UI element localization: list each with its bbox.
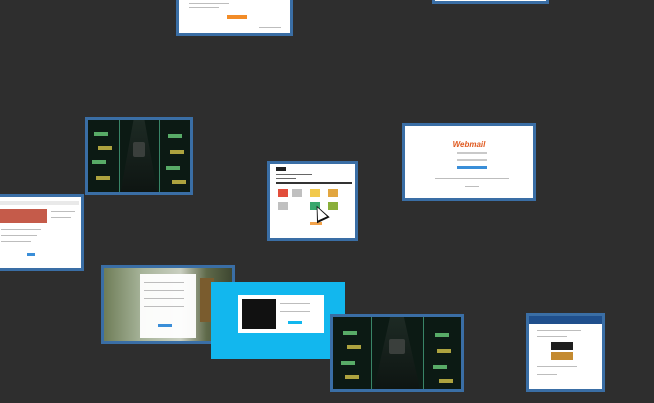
page-content — [0, 197, 81, 268]
window-thumbnail-game-1[interactable] — [85, 117, 193, 195]
window-thumbnail-product-grid[interactable] — [267, 161, 358, 241]
game-scene — [333, 317, 461, 389]
window-thumbnail-webmail[interactable]: Webmail — [402, 123, 536, 201]
product-grid-content — [270, 164, 355, 238]
window-thumbnail-game-2[interactable] — [330, 314, 464, 392]
window-thumbnail-right-page[interactable] — [526, 313, 605, 392]
thumbnail-content — [179, 0, 290, 33]
right-page-content — [529, 316, 602, 389]
game-scene — [88, 120, 190, 192]
window-thumbnail-top-form[interactable] — [176, 0, 293, 36]
webmail-content: Webmail — [405, 126, 533, 198]
window-thumbnail-cyan-page[interactable] — [211, 282, 345, 359]
window-thumbnail-top-right[interactable] — [432, 0, 549, 4]
webmail-logo: Webmail — [452, 140, 486, 149]
cyan-page-content — [214, 285, 342, 356]
window-thumbnail-left-page[interactable] — [0, 194, 84, 271]
